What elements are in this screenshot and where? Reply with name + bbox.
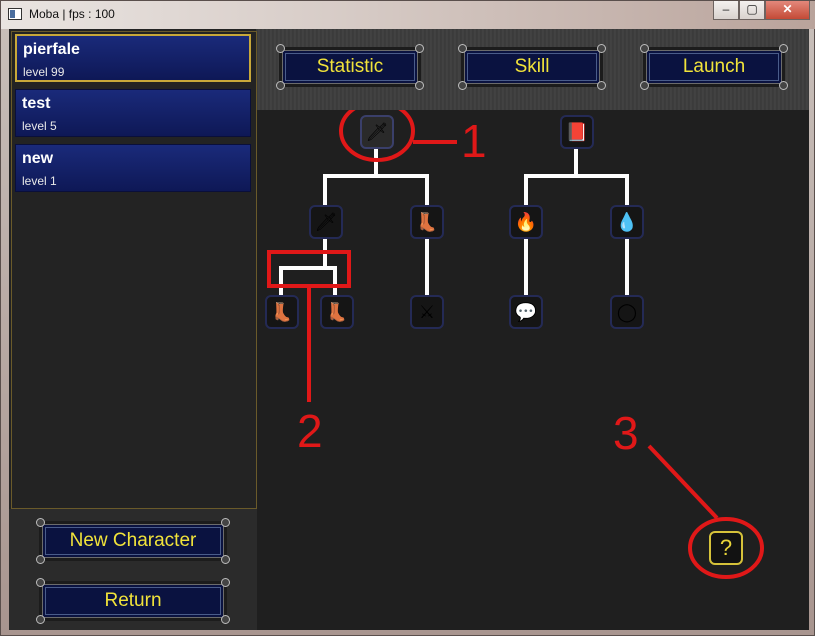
portal-skill-icon[interactable]: ◯ <box>610 295 644 329</box>
tab-skill[interactable]: Skill <box>458 44 606 90</box>
skill-tree: 🗡 📕 🗡 👢 🔥 💧 👢 👢 ⚔ 💬 ◯ 1 2 3 ? <box>257 110 809 630</box>
character-item-pierfale[interactable]: pierfale level 99 <box>15 34 251 82</box>
spellbook-skill-icon[interactable]: 📕 <box>560 115 594 149</box>
maximize-button[interactable]: ▢ <box>739 1 765 20</box>
character-level: level 1 <box>22 174 57 188</box>
character-name: test <box>22 95 51 112</box>
new-character-label: New Character <box>69 530 197 551</box>
speech-skill-icon[interactable]: 💬 <box>509 295 543 329</box>
sword-skill-icon[interactable]: 🗡 <box>360 115 394 149</box>
annotation-2: 2 <box>297 405 323 457</box>
launch-button[interactable]: Launch <box>640 44 788 90</box>
water-skill-icon[interactable]: 💧 <box>610 205 644 239</box>
tab-bar: Statistic Skill Launch <box>257 29 809 110</box>
character-actions: New Character Return <box>9 509 257 630</box>
character-item-test[interactable]: test level 5 <box>15 89 251 137</box>
return-label: Return <box>104 590 162 611</box>
boot-skill-icon-b[interactable]: 👢 <box>320 295 354 329</box>
claw-skill-icon[interactable]: ⚔ <box>410 295 444 329</box>
close-button[interactable]: ✕ <box>765 1 810 20</box>
golden-sword-skill-icon[interactable]: 🗡 <box>309 205 343 239</box>
game-client: pierfale level 99 test level 5 new level… <box>9 29 809 630</box>
character-name: new <box>22 150 54 167</box>
title-bar[interactable]: Moba | fps : 100 ‒ ▢ ✕ <box>1 1 815 29</box>
character-level: level 5 <box>22 119 57 133</box>
help-button[interactable]: ? <box>709 531 743 565</box>
window-controls: ‒ ▢ ✕ <box>713 1 810 20</box>
tab-statistic[interactable]: Statistic <box>276 44 424 90</box>
tab-skill-label: Skill <box>514 56 550 77</box>
app-icon <box>8 8 22 20</box>
character-list: pierfale level 99 test level 5 new level… <box>11 31 257 509</box>
annotation-3: 3 <box>613 407 639 459</box>
character-level: level 99 <box>23 65 65 79</box>
boot-skill-icon[interactable]: 👢 <box>410 205 444 239</box>
window-title: Moba | fps : 100 <box>29 7 115 21</box>
character-item-new[interactable]: new level 1 <box>15 144 251 192</box>
return-button[interactable]: Return <box>36 578 230 624</box>
new-character-button[interactable]: New Character <box>36 518 230 564</box>
fire-skill-icon[interactable]: 🔥 <box>509 205 543 239</box>
character-panel: pierfale level 99 test level 5 new level… <box>9 29 257 630</box>
boot-skill-icon-a[interactable]: 👢 <box>265 295 299 329</box>
launch-label: Launch <box>682 56 746 77</box>
minimize-button[interactable]: ‒ <box>713 1 739 20</box>
tab-statistic-label: Statistic <box>316 56 384 77</box>
annotation-1: 1 <box>461 115 487 167</box>
character-name: pierfale <box>23 41 80 58</box>
app-window: Moba | fps : 100 ‒ ▢ ✕ pierfale level 99… <box>0 0 815 636</box>
